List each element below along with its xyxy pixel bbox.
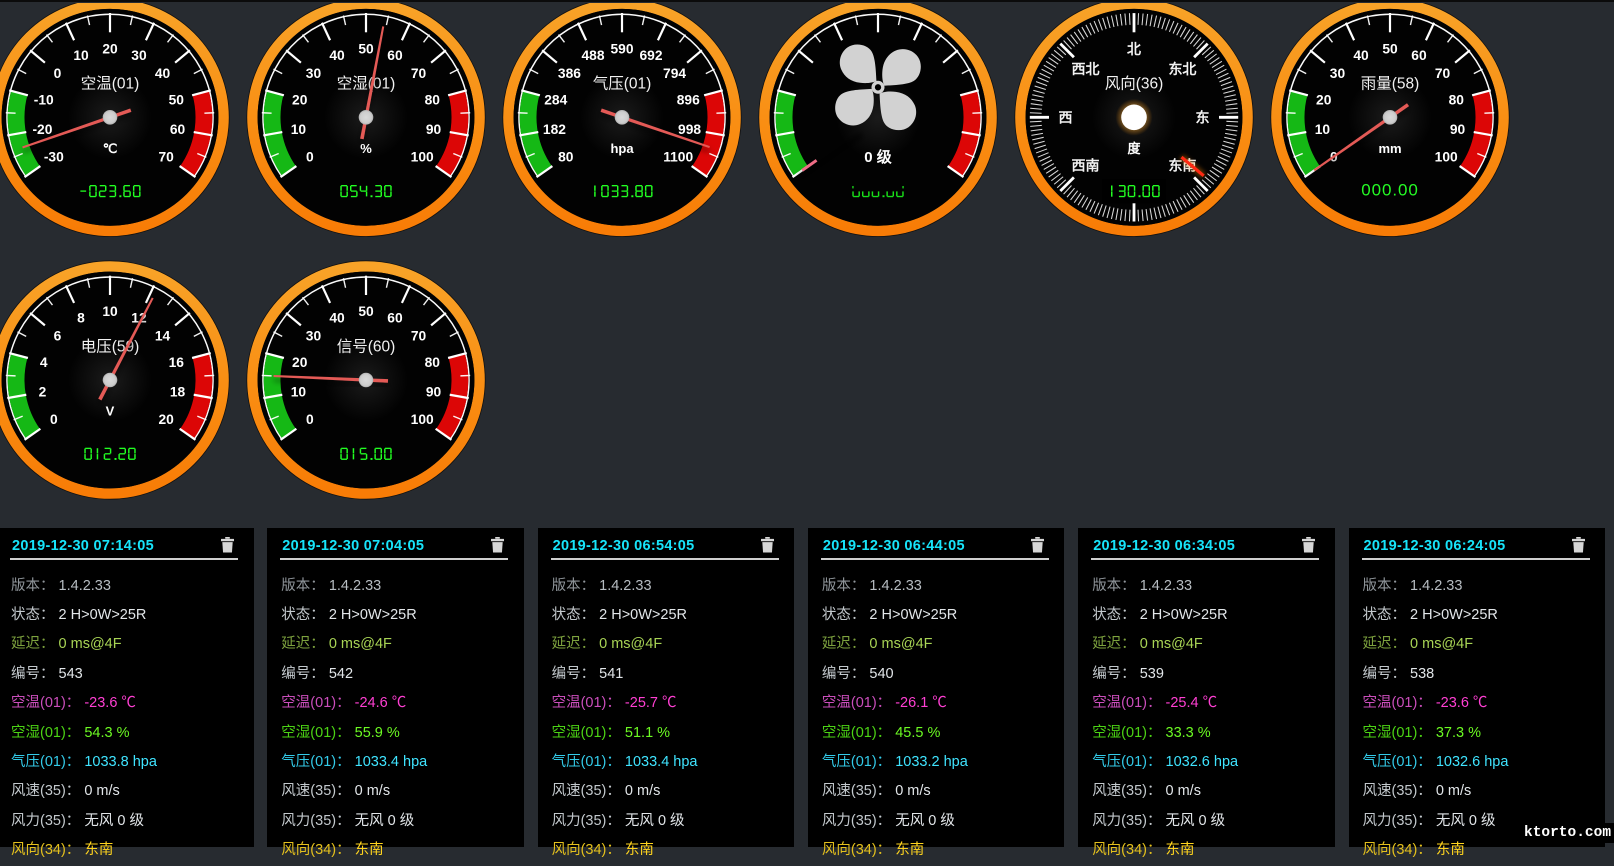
svg-text:0: 0 (54, 66, 62, 81)
svg-text:西: 西 (1059, 109, 1073, 125)
svg-text:40: 40 (155, 66, 171, 81)
svg-text:东: 东 (1196, 109, 1210, 125)
svg-text:30: 30 (306, 66, 322, 81)
svg-text:60: 60 (1411, 48, 1427, 63)
svg-text:100: 100 (1435, 149, 1458, 164)
svg-text:8: 8 (77, 311, 85, 326)
svg-text:40: 40 (329, 48, 345, 63)
svg-text:0 级: 0 级 (864, 147, 893, 165)
svg-text:1100: 1100 (663, 149, 693, 164)
svg-text:18: 18 (170, 385, 186, 400)
svg-text:40: 40 (1353, 48, 1369, 63)
svg-text:100: 100 (411, 412, 434, 427)
svg-text:60: 60 (387, 48, 403, 63)
svg-text:50: 50 (1382, 41, 1398, 56)
svg-text:-20: -20 (32, 122, 52, 137)
svg-text:20: 20 (292, 92, 308, 107)
svg-text:590: 590 (610, 41, 633, 56)
svg-text:10: 10 (291, 385, 307, 400)
svg-text:30: 30 (1330, 66, 1346, 81)
svg-text:hpa: hpa (610, 140, 634, 155)
svg-text:-10: -10 (34, 92, 54, 107)
svg-text:10: 10 (102, 304, 118, 319)
svg-text:90: 90 (426, 122, 442, 137)
svg-text:488: 488 (581, 48, 604, 63)
svg-text:998: 998 (678, 122, 701, 137)
svg-text:80: 80 (425, 355, 441, 370)
svg-text:70: 70 (1435, 66, 1451, 81)
svg-text:692: 692 (639, 48, 662, 63)
svg-text:20: 20 (159, 412, 175, 427)
svg-text:2: 2 (39, 385, 47, 400)
svg-text:西南: 西南 (1072, 157, 1100, 173)
svg-text:70: 70 (159, 149, 175, 164)
svg-text:284: 284 (544, 92, 567, 107)
svg-text:000.00: 000.00 (1361, 180, 1418, 199)
svg-text:20: 20 (102, 41, 118, 56)
svg-text:V: V (106, 404, 115, 419)
svg-text:信号(60): 信号(60) (337, 337, 396, 355)
svg-text:风向(36): 风向(36) (1105, 74, 1164, 92)
svg-text:mm: mm (1378, 140, 1401, 155)
svg-text:70: 70 (411, 329, 427, 344)
svg-text:14: 14 (155, 329, 171, 344)
svg-text:60: 60 (170, 122, 186, 137)
svg-text:16: 16 (169, 355, 185, 370)
svg-text:50: 50 (358, 304, 374, 319)
svg-text:0: 0 (50, 412, 58, 427)
svg-text:气压(01): 气压(01) (593, 74, 652, 92)
svg-text:30: 30 (306, 329, 322, 344)
svg-text:0: 0 (306, 412, 314, 427)
svg-text:%: % (360, 140, 372, 155)
svg-text:40: 40 (329, 311, 345, 326)
svg-text:100: 100 (411, 149, 434, 164)
svg-text:西北: 西北 (1072, 61, 1100, 77)
svg-text:896: 896 (677, 92, 700, 107)
svg-text:℃: ℃ (103, 140, 118, 155)
svg-text:80: 80 (1449, 92, 1465, 107)
svg-text:雨量(58): 雨量(58) (1361, 75, 1420, 92)
svg-text:60: 60 (387, 311, 403, 326)
svg-text:20: 20 (292, 355, 308, 370)
svg-text:北: 北 (1127, 40, 1141, 56)
svg-text:70: 70 (411, 66, 427, 81)
svg-text:182: 182 (543, 122, 566, 137)
svg-text:0: 0 (306, 149, 314, 164)
svg-text:20: 20 (1316, 92, 1332, 107)
svg-text:80: 80 (558, 149, 574, 164)
svg-text:空温(01): 空温(01) (81, 74, 140, 92)
svg-text:6: 6 (54, 329, 62, 344)
svg-text:50: 50 (358, 41, 374, 56)
svg-text:50: 50 (169, 92, 185, 107)
svg-text:东北: 东北 (1168, 61, 1196, 77)
svg-text:80: 80 (425, 92, 441, 107)
svg-text:10: 10 (73, 48, 89, 63)
svg-text:30: 30 (131, 48, 147, 63)
svg-text:386: 386 (558, 66, 581, 81)
svg-text:空湿(01): 空湿(01) (337, 74, 396, 92)
svg-text:-30: -30 (44, 149, 64, 164)
svg-text:度: 度 (1127, 140, 1141, 155)
svg-text:90: 90 (426, 385, 442, 400)
svg-text:90: 90 (1450, 122, 1466, 137)
svg-text:4: 4 (40, 355, 48, 370)
svg-text:10: 10 (1315, 122, 1331, 137)
svg-text:794: 794 (663, 66, 686, 81)
svg-text:10: 10 (291, 122, 307, 137)
